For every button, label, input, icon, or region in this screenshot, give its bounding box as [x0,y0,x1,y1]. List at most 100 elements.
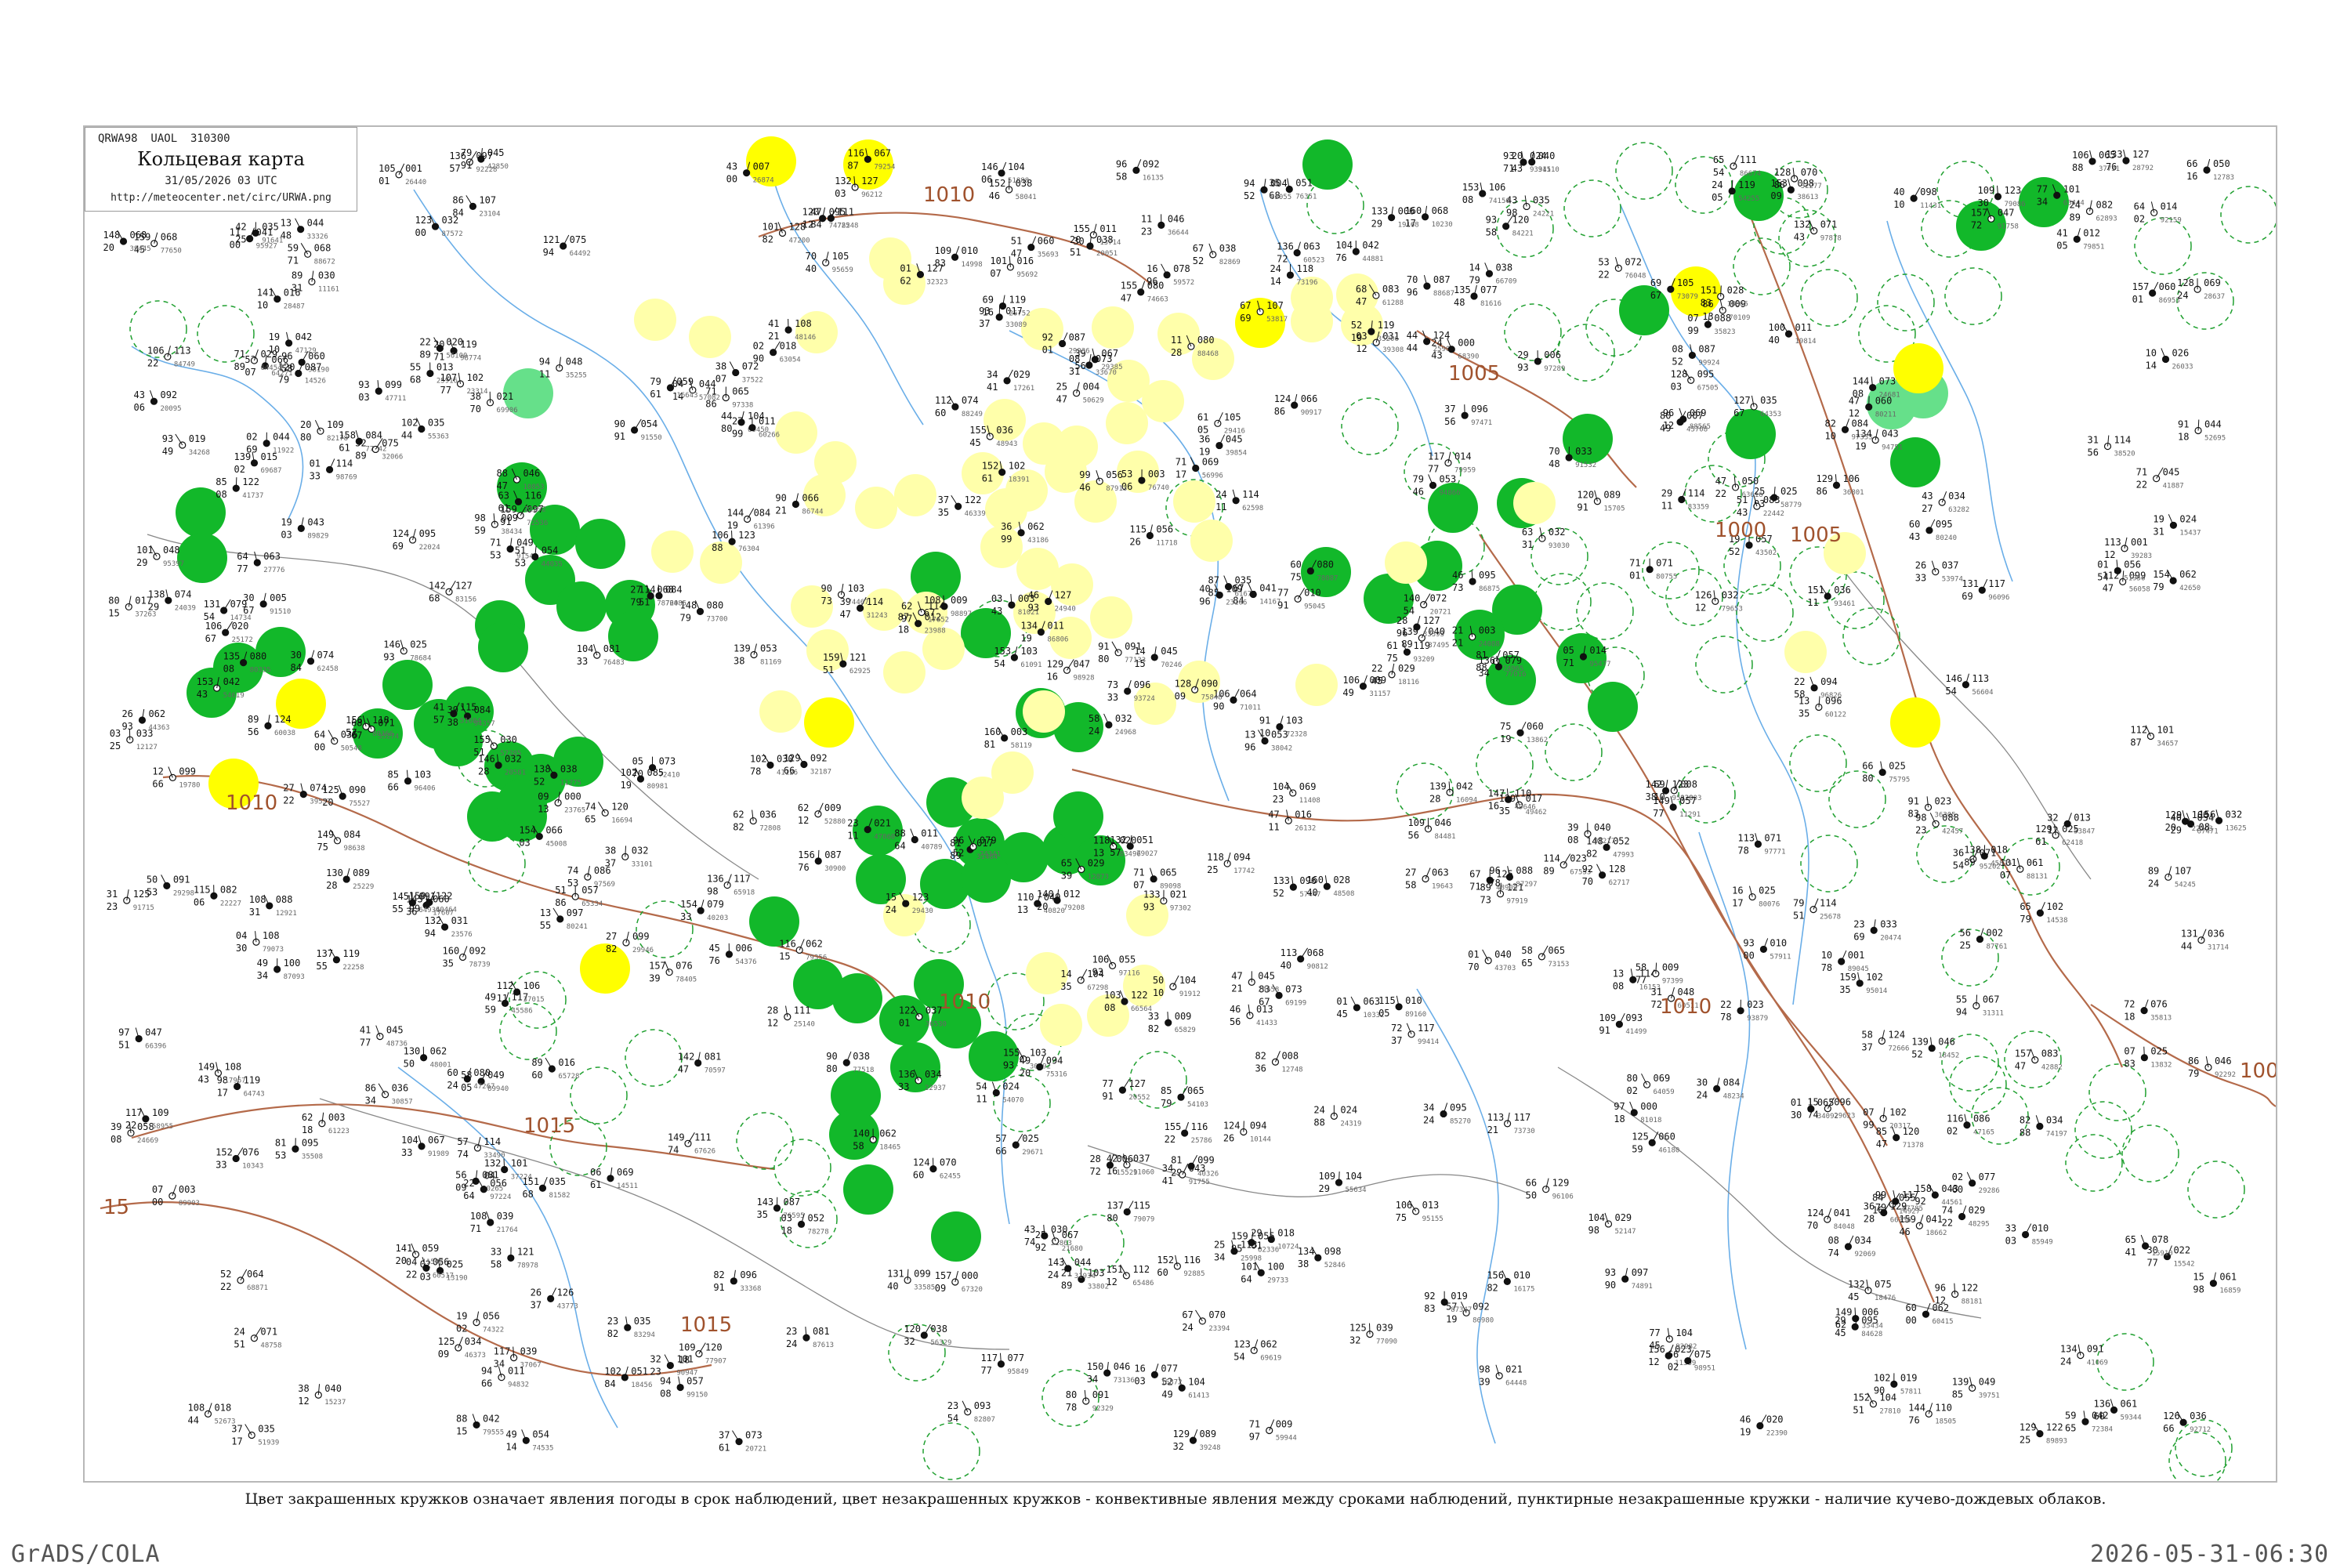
svg-text:114: 114 [867,596,884,607]
svg-text:91715: 91715 [133,904,154,912]
svg-text:29416: 29416 [1224,427,1245,435]
svg-text:19: 19 [269,331,280,342]
svg-text:80: 80 [1066,1389,1077,1400]
station-plot: 1570763978405 [649,961,697,984]
svg-text:96: 96 [1489,865,1500,876]
svg-text:30: 30 [1073,236,1084,247]
svg-text:77133: 77133 [1125,657,1146,664]
svg-text:22: 22 [1720,999,1731,1010]
svg-text:54070: 54070 [1002,1097,1023,1105]
map-source-url[interactable]: http://meteocenter.net/circ/URWA.png [85,192,357,204]
svg-text:49: 49 [257,958,268,969]
svg-text:56: 56 [1959,928,1970,939]
svg-text:122: 122 [899,1005,916,1016]
svg-text:27: 27 [630,584,641,595]
svg-text:129: 129 [1046,658,1063,669]
svg-text:48: 48 [281,230,292,241]
svg-text:24039: 24039 [175,604,196,612]
svg-text:023: 023 [1935,795,1952,806]
svg-text:89829: 89829 [307,532,328,540]
station-plot: 1160621579356 [779,938,827,961]
svg-text:40: 40 [806,263,817,274]
synoptic-map[interactable]: 7106507890981060094931157290069397289680… [83,125,2277,1483]
svg-text:80335: 80335 [250,667,271,675]
svg-text:98769: 98769 [336,473,357,481]
svg-text:02: 02 [246,432,257,443]
svg-text:03: 03 [420,1271,431,1282]
station-plot: 1300625048001 [404,1046,451,1070]
svg-text:097: 097 [1632,1267,1649,1278]
map-canvas: 7106507890981060094931157290069397289680… [85,127,2276,1481]
svg-text:69199: 69199 [1285,999,1306,1007]
svg-text:74: 74 [457,1149,468,1160]
svg-text:93: 93 [1028,603,1039,614]
svg-text:082: 082 [2096,200,2114,211]
svg-text:26: 26 [121,708,132,719]
svg-text:042: 042 [223,676,241,687]
svg-text:35508: 35508 [302,1153,323,1161]
station-plot: 270998229946 [606,931,654,954]
svg-text:13: 13 [540,907,551,918]
svg-text:28: 28 [1864,1214,1875,1225]
svg-text:033: 033 [1575,446,1592,457]
svg-text:20: 20 [300,419,311,430]
station-plot: 1040427644881 [1335,240,1383,263]
svg-text:039: 039 [1376,1323,1393,1334]
svg-text:123: 123 [1233,1338,1251,1349]
weather-circle-light-precip [980,526,1023,568]
svg-text:045: 045 [1226,434,1243,445]
svg-text:007: 007 [753,161,770,172]
svg-text:98: 98 [1588,1225,1599,1236]
svg-text:38434: 38434 [501,528,522,536]
svg-text:60: 60 [531,1070,542,1081]
svg-text:052: 052 [1613,835,1630,846]
svg-text:116: 116 [1183,1255,1201,1266]
svg-text:78: 78 [1066,1402,1077,1413]
station-plot: 290069397289 [1517,349,1565,373]
svg-text:58: 58 [1861,1029,1872,1040]
svg-text:37: 37 [1444,404,1455,415]
svg-text:35: 35 [1799,708,1809,719]
svg-text:94: 94 [1244,178,1255,189]
svg-text:011: 011 [508,1366,525,1377]
isobar-label: 1000 [1715,519,1766,542]
svg-text:65918: 65918 [734,889,755,897]
svg-text:129: 129 [2020,1422,2037,1433]
svg-text:80: 80 [300,432,311,443]
svg-text:56100: 56100 [446,352,467,360]
svg-text:92: 92 [1035,1242,1046,1253]
svg-text:137: 137 [1107,1200,1124,1211]
station-plot: 230358283294 [607,1316,655,1339]
svg-text:94: 94 [425,928,436,939]
svg-text:66: 66 [784,766,795,777]
station-plot: 1080883112921 [249,894,297,918]
station-plot: 490541474535 [505,1429,553,1452]
svg-text:101: 101 [511,1157,528,1168]
svg-text:96: 96 [1407,287,1418,298]
svg-text:60: 60 [1909,519,1920,530]
svg-text:64: 64 [463,1190,474,1201]
svg-text:15705: 15705 [1603,505,1625,513]
svg-text:40: 40 [887,1281,898,1292]
svg-text:11: 11 [1141,213,1152,224]
svg-text:03: 03 [358,392,369,403]
svg-text:020: 020 [1766,1414,1784,1425]
svg-text:86806: 86806 [1047,636,1068,644]
svg-text:76483: 76483 [603,659,625,667]
svg-text:58: 58 [1089,713,1099,724]
svg-text:77518: 77518 [853,1066,874,1074]
svg-text:26: 26 [1129,537,1140,548]
svg-text:23104: 23104 [479,210,500,218]
weather-circle-light-precip [1784,631,1827,673]
svg-text:133: 133 [1273,875,1290,886]
svg-text:02: 02 [1627,1085,1638,1096]
svg-text:92292: 92292 [2215,1071,2236,1079]
svg-text:074: 074 [962,395,979,406]
station-plot: 120996619780 [152,766,200,789]
weather-circle-drizzle [1890,697,1940,748]
station-plot: 620031861223 [302,1112,350,1135]
svg-text:127: 127 [1423,615,1440,626]
svg-text:084: 084 [1723,1077,1741,1088]
svg-text:87: 87 [2130,737,2141,748]
svg-text:33393: 33393 [1423,631,1444,639]
